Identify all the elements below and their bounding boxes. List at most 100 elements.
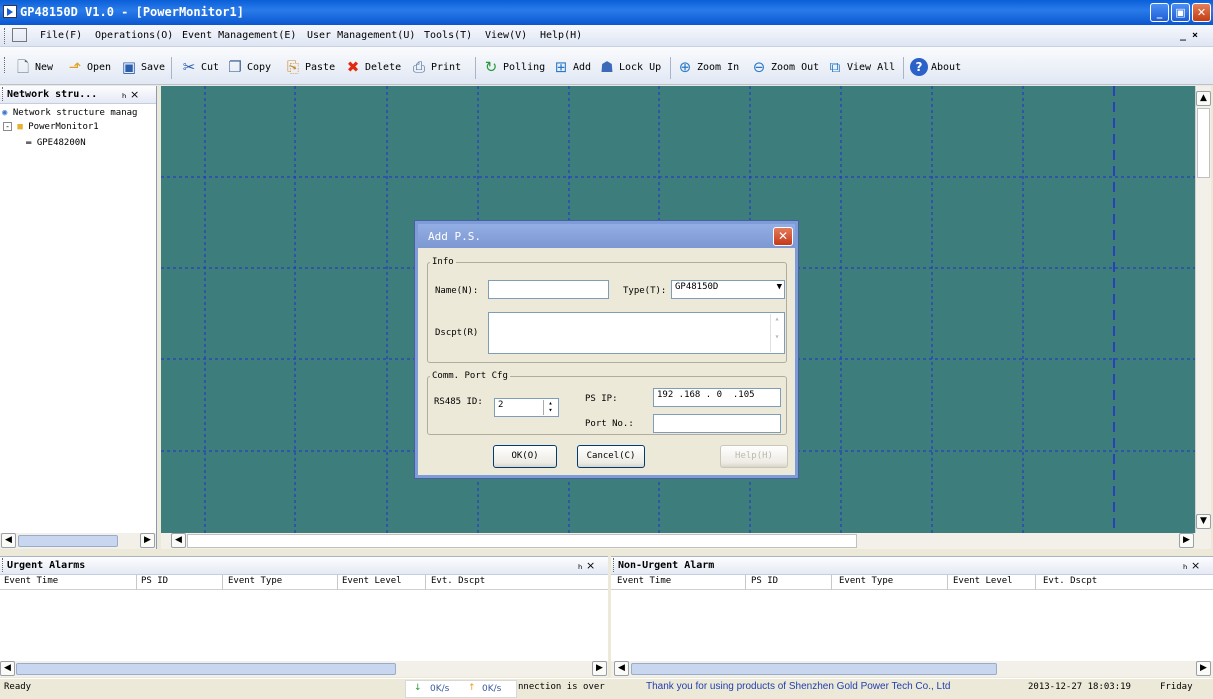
view-all-button[interactable]: ⧉ View All <box>826 56 896 78</box>
menu-file[interactable]: File(F) <box>40 30 82 41</box>
app-icon[interactable] <box>3 5 17 18</box>
panel-pin-close[interactable]: ₕ × <box>1183 559 1200 572</box>
add-button[interactable]: ⊞ Add <box>552 56 591 78</box>
canvas-vscroll[interactable]: ▲ ▼ <box>1195 86 1211 533</box>
doc-icon[interactable] <box>12 28 27 42</box>
rs485-label: RS485 ID: <box>434 397 483 407</box>
vscroll-thumb[interactable] <box>1197 108 1210 178</box>
network-panel-title: Network stru... <box>7 89 98 100</box>
scroll-up-icon[interactable]: ▲ <box>1196 91 1211 106</box>
open-button[interactable]: ⬏ Open <box>66 56 111 78</box>
non-urgent-hscroll[interactable]: ◀ ▶ <box>611 661 1213 677</box>
col-event-level[interactable]: Event Level <box>953 576 1013 586</box>
col-ps-id[interactable]: PS ID <box>751 576 778 586</box>
toolbar-separator <box>670 57 671 79</box>
panel-pin-close[interactable]: ₕ × <box>578 559 595 572</box>
new-button[interactable]: 🗋 New <box>14 56 53 78</box>
menu-grip[interactable] <box>4 28 7 44</box>
col-evt-dscpt[interactable]: Evt. Dscpt <box>431 576 485 586</box>
col-event-level[interactable]: Event Level <box>342 576 402 586</box>
type-select[interactable]: GP48150D ▼ <box>671 280 785 299</box>
port-input[interactable] <box>653 414 781 433</box>
col-event-time[interactable]: Event Time <box>4 576 58 586</box>
type-label: Type(T): <box>623 286 667 296</box>
port-label: Port No.: <box>585 419 634 429</box>
canvas-hscroll[interactable]: ◀ ▶ <box>161 533 1211 549</box>
col-event-type[interactable]: Event Type <box>839 576 893 586</box>
textarea-scrollbar[interactable]: ▴ ▾ <box>770 314 783 352</box>
panel-grip[interactable] <box>2 87 5 101</box>
urgent-hscroll[interactable]: ◀ ▶ <box>0 661 608 677</box>
save-icon: ▣ <box>121 58 137 76</box>
help-button[interactable]: Help(H) <box>720 445 788 468</box>
description-textarea[interactable] <box>488 312 785 354</box>
scroll-left-icon[interactable]: ◀ <box>0 661 15 676</box>
zoom-in-icon: ⊕ <box>678 58 692 76</box>
menu-help[interactable]: Help(H) <box>540 30 582 41</box>
zoom-in-button[interactable]: ⊕ Zoom In <box>676 56 739 78</box>
panel-pin-close[interactable]: ₕ × <box>122 88 139 101</box>
tree-item-powermonitor1[interactable]: - ■ PowerMonitor1 <box>3 122 99 132</box>
chevron-down-icon[interactable]: ▼ <box>777 282 782 292</box>
non-urgent-alarms-header: Non-Urgent Alarm ₕ × <box>611 557 1213 575</box>
save-button[interactable]: ▣ Save <box>120 56 165 78</box>
panel-grip[interactable] <box>2 558 5 572</box>
cut-button[interactable]: ✂ Cut <box>180 56 219 78</box>
network-panel-hscroll[interactable]: ◀ ▶ <box>0 533 156 549</box>
collapse-icon[interactable]: - <box>3 122 12 131</box>
network-icon: ◉ <box>2 108 8 118</box>
scroll-thumb[interactable] <box>631 663 997 675</box>
toolbar-separator <box>171 57 172 79</box>
scroll-right-icon[interactable]: ▶ <box>140 533 155 548</box>
cancel-button[interactable]: Cancel(C) <box>577 445 645 468</box>
view-all-icon: ⧉ <box>829 58 841 76</box>
lock-up-button[interactable]: ☗ Lock Up <box>598 56 661 78</box>
scroll-left-icon[interactable]: ◀ <box>614 661 629 676</box>
menu-view[interactable]: View(V) <box>485 30 527 41</box>
delete-button[interactable]: ✖ Delete <box>344 56 401 78</box>
menu-operations[interactable]: Operations(O) <box>95 30 173 41</box>
copy-icon: ❐ <box>228 58 242 76</box>
col-event-time[interactable]: Event Time <box>617 576 671 586</box>
ps-ip-input[interactable]: 192 .168 . 0 .105 <box>653 388 781 407</box>
rs485-id-stepper[interactable]: 2 ▴ ▾ <box>494 398 559 417</box>
scroll-thumb[interactable] <box>18 535 118 547</box>
polling-button[interactable]: ↻ Polling <box>482 56 545 78</box>
scroll-right-icon[interactable]: ▶ <box>1196 661 1211 676</box>
col-ps-id[interactable]: PS ID <box>141 576 168 586</box>
mdi-controls[interactable]: _ × <box>1180 30 1198 41</box>
col-evt-dscpt[interactable]: Evt. Dscpt <box>1043 576 1097 586</box>
scroll-right-icon[interactable]: ▶ <box>1179 533 1194 548</box>
network-structure-panel: Network stru... ₕ × ◉ Network structure … <box>0 86 157 549</box>
tree-item-gpe48200n[interactable]: ▬ GPE48200N <box>26 138 86 148</box>
network-panel-header: Network stru... ₕ × <box>0 86 156 104</box>
ok-button[interactable]: OK(O) <box>493 445 557 468</box>
scroll-thumb[interactable] <box>16 663 396 675</box>
toolbar-grip[interactable] <box>4 57 7 73</box>
close-button[interactable]: ✕ <box>1192 3 1211 22</box>
menu-tools[interactable]: Tools(T) <box>424 30 472 41</box>
cut-icon: ✂ <box>182 58 196 76</box>
maximize-button[interactable]: ▣ <box>1171 3 1190 22</box>
panel-grip[interactable] <box>613 558 616 572</box>
paste-button[interactable]: ⎘ Paste <box>284 56 335 78</box>
dialog-title-bar[interactable]: Add P.S. ✕ <box>418 224 795 248</box>
minimize-button[interactable]: _ <box>1150 3 1169 22</box>
scroll-left-icon[interactable]: ◀ <box>1 533 16 548</box>
hscroll-thumb[interactable] <box>187 534 857 548</box>
name-input[interactable] <box>488 280 609 299</box>
spin-icon[interactable]: ▴ ▾ <box>543 400 557 415</box>
dialog-close-button[interactable]: ✕ <box>773 227 793 246</box>
tree-root[interactable]: ◉ Network structure manag <box>2 108 137 118</box>
menu-event-management[interactable]: Event Management(E) <box>182 30 296 41</box>
about-button[interactable]: ? About <box>910 56 961 78</box>
print-button[interactable]: ⎙ Print <box>410 56 461 78</box>
scroll-right-icon[interactable]: ▶ <box>592 661 607 676</box>
scroll-left-icon[interactable]: ◀ <box>171 533 186 548</box>
zoom-out-button[interactable]: ⊖ Zoom Out <box>750 56 819 78</box>
scroll-down-icon[interactable]: ▼ <box>1196 514 1211 529</box>
network-speed-widget[interactable]: ↓ 0K/s ↑ 0K/s <box>405 680 517 698</box>
col-event-type[interactable]: Event Type <box>228 576 282 586</box>
copy-button[interactable]: ❐ Copy <box>226 56 271 78</box>
menu-user-management[interactable]: User Management(U) <box>307 30 415 41</box>
